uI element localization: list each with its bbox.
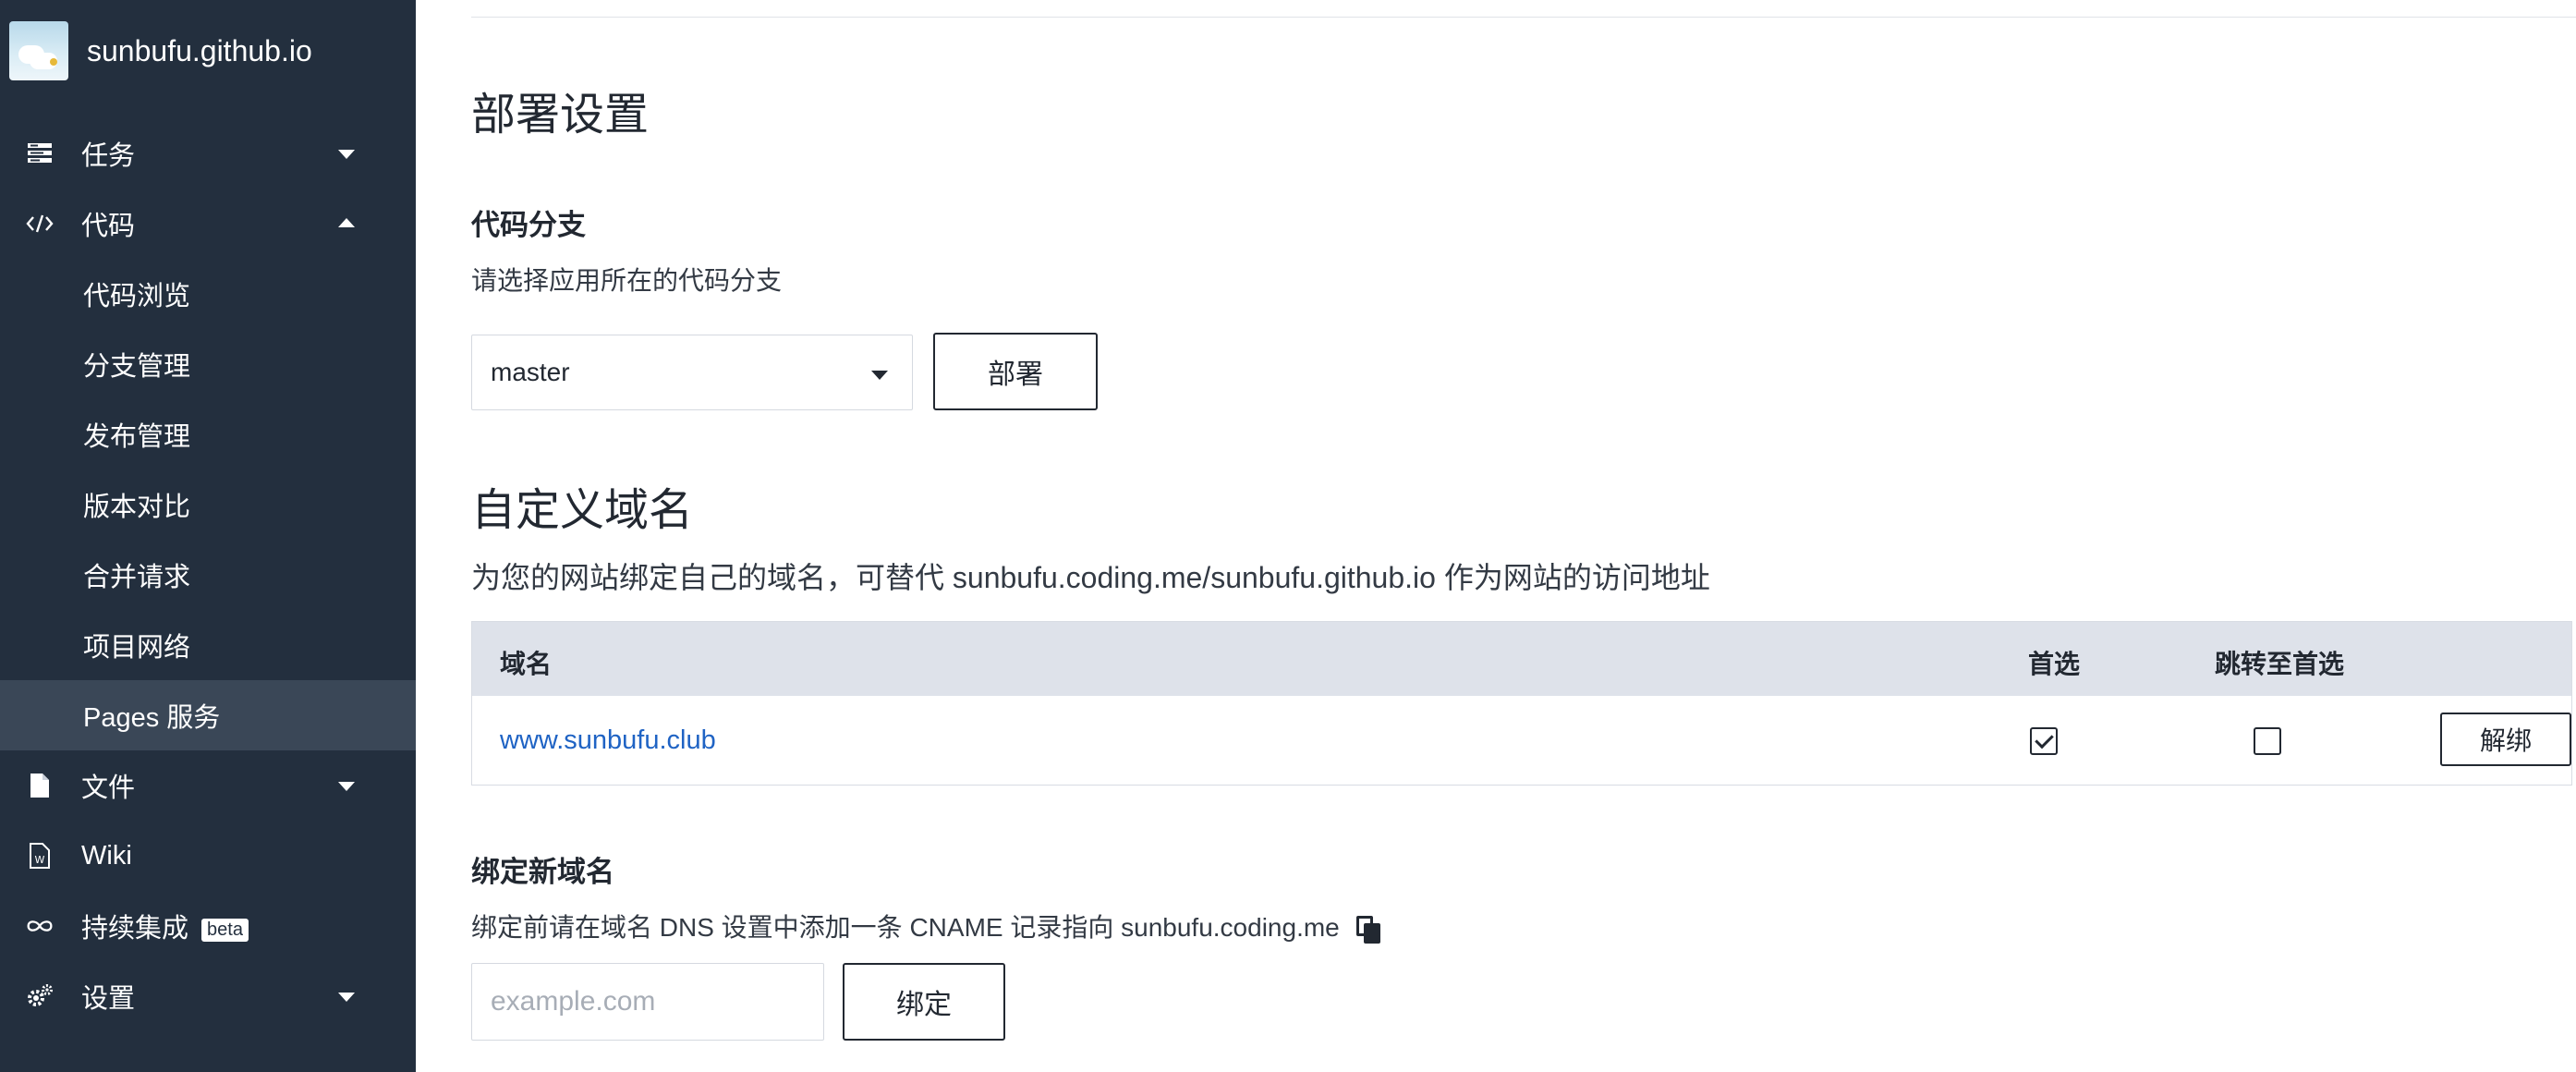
- beta-badge: beta: [201, 918, 249, 942]
- deploy-button[interactable]: 部署: [933, 333, 1098, 410]
- sidebar-item-settings[interactable]: 设置: [0, 961, 416, 1031]
- chevron-up-icon: [338, 218, 355, 227]
- bind-domain-description: 绑定前请在域名 DNS 设置中添加一条 CNAME 记录指向 sunbufu.c…: [471, 913, 1340, 942]
- sidebar-item-ci[interactable]: 持续集成 beta: [0, 891, 416, 961]
- sidebar-item-wiki[interactable]: W Wiki: [0, 821, 416, 891]
- domain-table: 域名 首选 跳转至首选 www.sunbufu.club 解绑: [471, 621, 2572, 786]
- sidebar-subitem-pages[interactable]: Pages 服务: [0, 680, 416, 750]
- sidebar-item-label: Wiki: [81, 840, 132, 871]
- sidebar-subitem-code-browse[interactable]: 代码浏览: [0, 259, 416, 329]
- sidebar-item-label: 任务: [81, 141, 136, 171]
- bind-domain-heading: 绑定新域名: [471, 856, 614, 888]
- sidebar-item-label-wrap: 持续集成 beta: [81, 907, 249, 945]
- main-content: 部署设置 代码分支 请选择应用所在的代码分支 master 部署 自定义域名 为…: [416, 0, 2576, 1072]
- sidebar-nav: 任务 代码 代码浏览 分支管理 发布管理 版本对比 合并请求 项目网络 Page…: [0, 118, 416, 1031]
- code-icon: [26, 210, 54, 238]
- sidebar-item-code[interactable]: 代码: [0, 189, 416, 259]
- bind-domain-description-row: 绑定前请在域名 DNS 设置中添加一条 CNAME 记录指向 sunbufu.c…: [471, 908, 1380, 944]
- domain-table-header: 域名 首选 跳转至首选: [472, 622, 2571, 696]
- redirect-checkbox[interactable]: [2254, 727, 2281, 755]
- svg-text:W: W: [35, 854, 45, 866]
- project-header[interactable]: sunbufu.github.io: [9, 20, 312, 81]
- deploy-settings-title: 部署设置: [471, 91, 650, 140]
- chevron-down-icon: [338, 782, 355, 791]
- file-icon: [26, 772, 54, 799]
- sidebar-item-label: 设置: [81, 984, 136, 1014]
- project-name: sunbufu.github.io: [87, 33, 312, 67]
- infinity-icon: [26, 912, 54, 940]
- custom-domain-title: 自定义域名: [471, 486, 694, 535]
- settings-gears-icon: [26, 982, 54, 1010]
- column-header-preferred: 首选: [2028, 650, 2081, 678]
- copy-icon[interactable]: [1355, 915, 1380, 944]
- unbind-button[interactable]: 解绑: [2440, 713, 2571, 766]
- sidebar-subitem-releases[interactable]: 发布管理: [0, 399, 416, 469]
- divider: [471, 17, 2576, 18]
- preferred-checkbox[interactable]: [2030, 727, 2058, 755]
- sidebar-item-files[interactable]: 文件: [0, 750, 416, 821]
- branch-heading: 代码分支: [471, 209, 586, 241]
- sidebar-subitem-merge-requests[interactable]: 合并请求: [0, 540, 416, 610]
- wiki-icon: W: [26, 842, 54, 870]
- sidebar-subitem-branches[interactable]: 分支管理: [0, 329, 416, 399]
- sidebar-subitem-compare[interactable]: 版本对比: [0, 469, 416, 540]
- sidebar: sunbufu.github.io 任务 代码 代码浏览 分支管理 发布管理 版…: [0, 0, 416, 1072]
- bind-button[interactable]: 绑定: [843, 963, 1005, 1041]
- domain-link[interactable]: www.sunbufu.club: [500, 725, 716, 756]
- sidebar-item-label: 文件: [81, 774, 136, 803]
- domain-input[interactable]: [471, 963, 824, 1041]
- project-avatar: [9, 21, 68, 80]
- branch-select[interactable]: master: [471, 335, 913, 410]
- column-header-redirect: 跳转至首选: [2215, 650, 2345, 678]
- tasks-icon: [26, 140, 54, 167]
- branch-select-value: master: [491, 358, 570, 386]
- sidebar-subitem-network[interactable]: 项目网络: [0, 610, 416, 680]
- sidebar-item-tasks[interactable]: 任务: [0, 118, 416, 189]
- column-header-domain: 域名: [500, 650, 553, 678]
- chevron-down-icon: [338, 993, 355, 1002]
- chevron-down-icon: [871, 371, 888, 380]
- table-row: www.sunbufu.club 解绑: [472, 696, 2571, 786]
- custom-domain-description: 为您的网站绑定自己的域名，可替代 sunbufu.coding.me/sunbu…: [471, 561, 1710, 594]
- sidebar-item-label: 代码: [81, 212, 136, 241]
- chevron-down-icon: [338, 150, 355, 159]
- branch-description: 请选择应用所在的代码分支: [471, 266, 783, 295]
- sidebar-item-label: 持续集成: [81, 914, 189, 944]
